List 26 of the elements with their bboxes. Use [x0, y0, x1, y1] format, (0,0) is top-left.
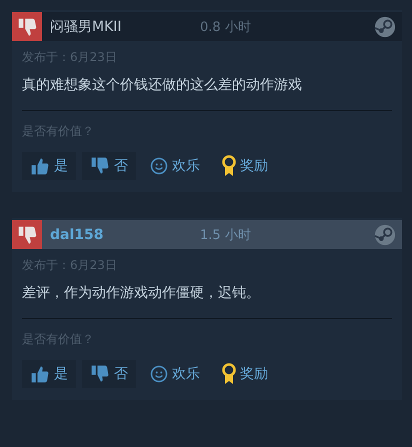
steam-icon — [374, 224, 396, 246]
author-name[interactable]: dal158 — [50, 226, 200, 242]
award-icon — [222, 363, 236, 385]
vote-button[interactable]: 奖励 — [214, 152, 276, 180]
review-text: 差评，作为动作游戏动作僵硬，迟钝。 — [22, 284, 261, 302]
vote-button[interactable]: 奖励 — [214, 360, 276, 388]
steam-icon — [374, 16, 396, 38]
vote-button[interactable]: 欢乐 — [142, 152, 208, 180]
smiley-icon — [150, 365, 168, 383]
thumbs-down-icon — [12, 12, 42, 41]
author-name[interactable]: 闷骚男MKII — [50, 18, 200, 36]
playtime: 1.5 小时 — [200, 226, 252, 244]
vote-button[interactable]: 否 — [82, 152, 136, 180]
thumbs-down-icon — [90, 156, 110, 176]
vote-button[interactable]: 是 — [22, 360, 76, 388]
thumbs-down-icon — [12, 220, 42, 249]
award-icon — [222, 155, 236, 177]
thumbs-up-icon — [30, 364, 50, 384]
review-text: 真的难想象这个价钱还做的这么差的动作游戏 — [22, 76, 303, 94]
thumbs-up-icon — [30, 156, 50, 176]
vote-button[interactable]: 否 — [82, 360, 136, 388]
smiley-icon — [150, 157, 168, 175]
vote-button[interactable]: 欢乐 — [142, 360, 208, 388]
thumbs-down-icon — [90, 364, 110, 384]
playtime: 0.8 小时 — [200, 18, 252, 36]
vote-button[interactable]: 是 — [22, 152, 76, 180]
